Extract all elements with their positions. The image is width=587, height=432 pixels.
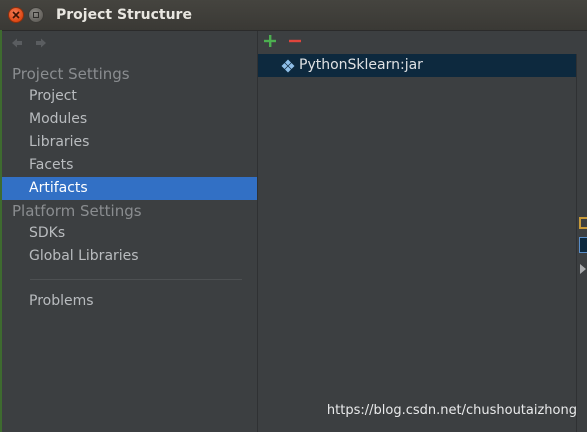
title-bar: Project Structure — [0, 0, 587, 31]
sidebar-item-libraries[interactable]: Libraries — [2, 131, 257, 154]
arrow-right-icon[interactable] — [34, 36, 48, 50]
maximize-button[interactable] — [28, 7, 44, 23]
maximize-icon — [33, 12, 39, 18]
sidebar-item-sdks[interactable]: SDKs — [2, 222, 257, 245]
artifact-list-item[interactable]: PythonSklearn:jar — [258, 54, 576, 77]
watermark: https://blog.csdn.net/chushoutaizhong — [326, 403, 577, 418]
details-panel-edge — [576, 54, 587, 432]
sidebar-item-problems[interactable]: Problems — [2, 290, 257, 313]
sidebar-item-artifacts[interactable]: Artifacts — [2, 177, 257, 200]
window-title: Project Structure — [56, 7, 192, 23]
sidebar-item-facets[interactable]: Facets — [2, 154, 257, 177]
sidebar-item-project[interactable]: Project — [2, 85, 257, 108]
sidebar-item-modules[interactable]: Modules — [2, 108, 257, 131]
minus-icon[interactable] — [288, 34, 302, 48]
artifact-name: PythonSklearn:jar — [299, 57, 423, 73]
folder-icon — [579, 217, 587, 229]
platform-settings-header: Platform Settings — [12, 202, 142, 220]
close-icon — [12, 11, 20, 19]
artifacts-panel: PythonSklearn:jar — [258, 31, 587, 432]
sidebar-separator — [30, 279, 242, 280]
project-structure-window: Project Structure Project Settings Proje… — [0, 0, 587, 432]
plus-icon[interactable] — [263, 34, 277, 48]
project-settings-header: Project Settings — [12, 65, 130, 83]
sidebar-item-global-libraries[interactable]: Global Libraries — [2, 245, 257, 268]
arrow-left-icon[interactable] — [10, 36, 24, 50]
output-layout-icon[interactable] — [579, 237, 587, 253]
expand-arrow-icon[interactable] — [580, 264, 586, 274]
close-button[interactable] — [8, 7, 24, 23]
artifact-list[interactable] — [258, 54, 576, 432]
artifact-jar-icon — [281, 59, 295, 73]
sidebar: Project Settings Project Modules Librari… — [2, 31, 257, 432]
